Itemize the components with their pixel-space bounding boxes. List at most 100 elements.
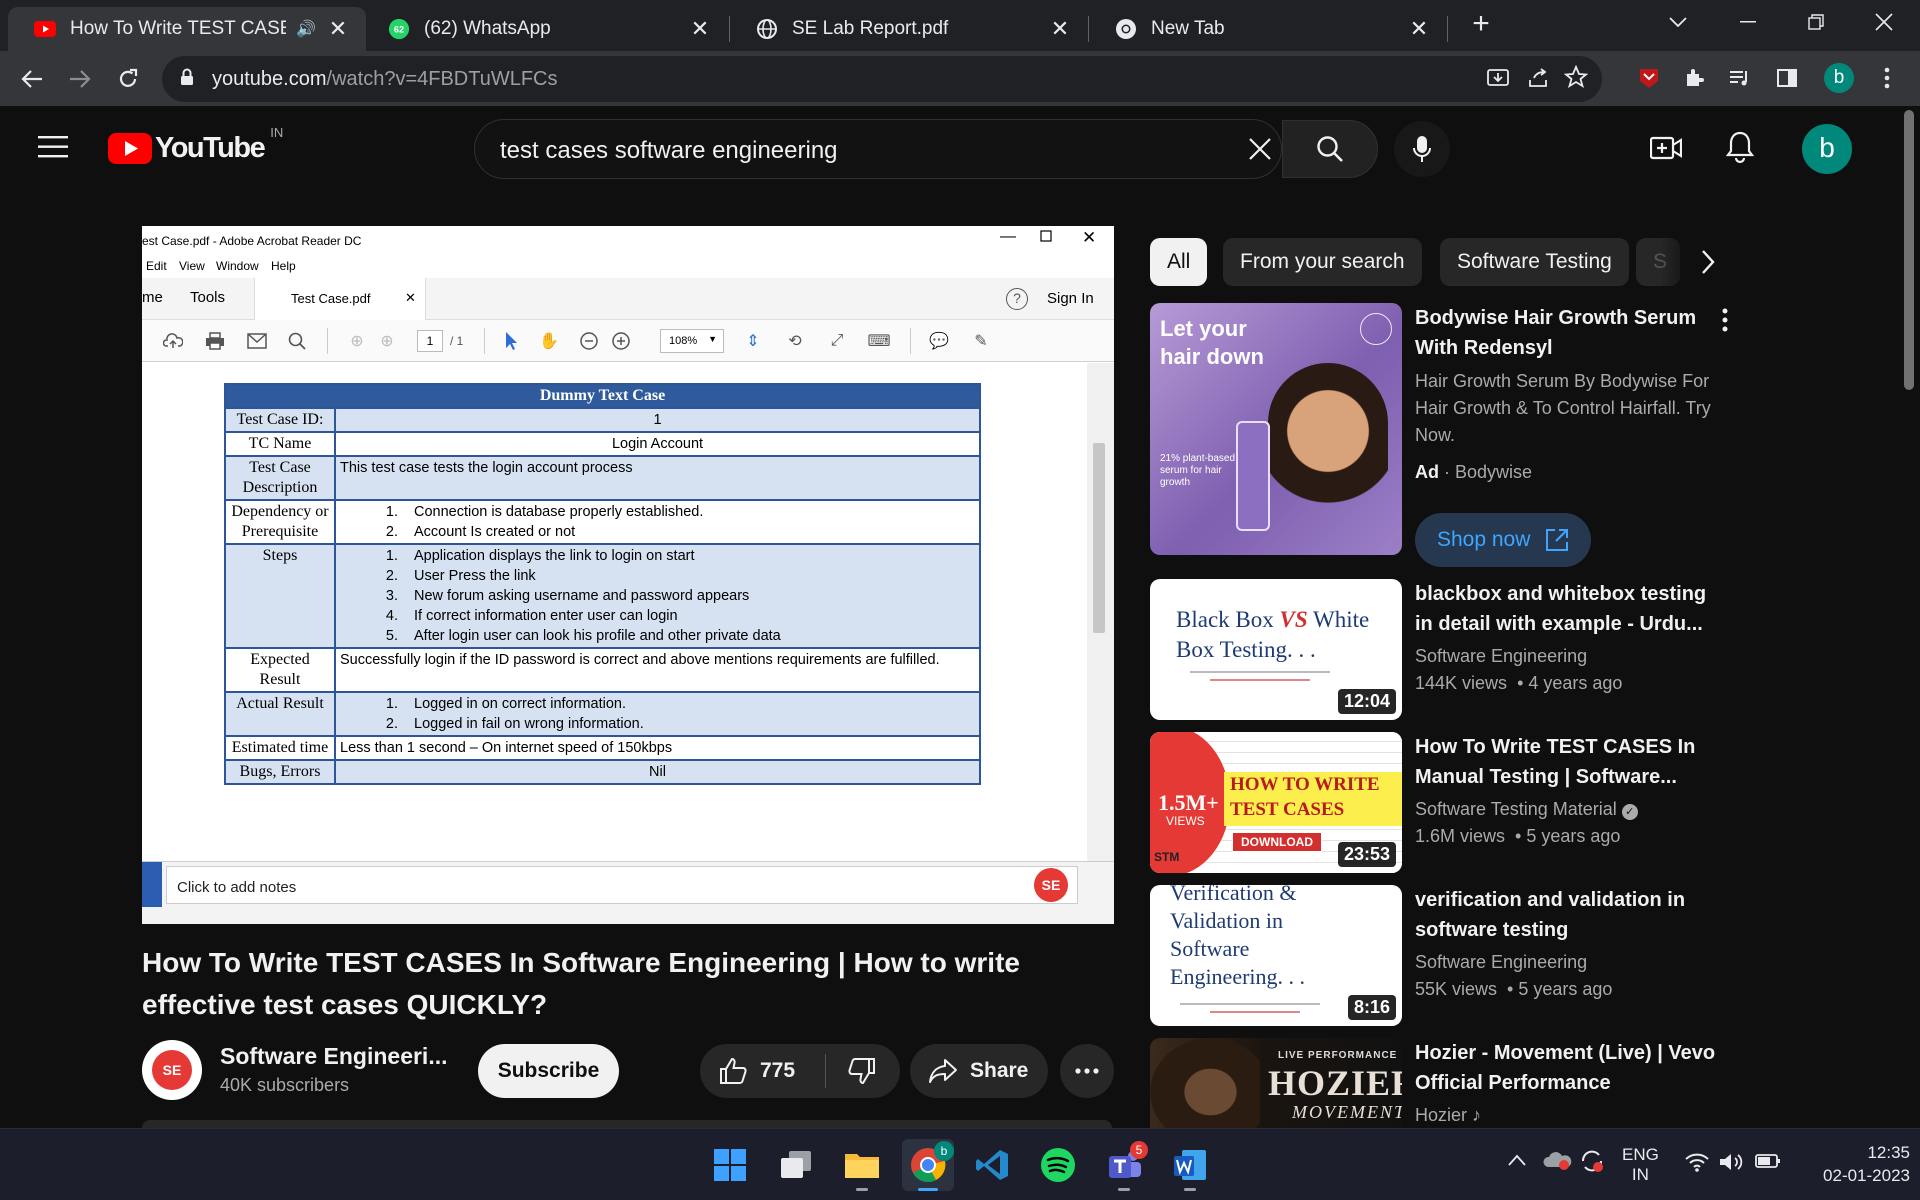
search-button[interactable] (1282, 120, 1378, 178)
tab-se-lab-report[interactable]: SE Lab Report.pdf ✕ (730, 7, 1088, 51)
account-avatar[interactable]: b (1802, 124, 1852, 174)
bookmark-star-icon[interactable] (1563, 64, 1589, 94)
channel-avatar[interactable]: SE (142, 1040, 202, 1100)
music-note-icon: ♪ (1472, 1105, 1482, 1125)
rec-channel[interactable]: Software Engineering (1415, 949, 1587, 976)
video-player[interactable]: est Case.pdf - Adobe Acrobat Reader DC —… (142, 226, 1114, 924)
rec-title[interactable]: blackbox and whitebox testing in detail … (1415, 579, 1725, 639)
spotify-icon[interactable] (1032, 1139, 1084, 1191)
like-button[interactable]: 775 (700, 1044, 825, 1098)
ad-title[interactable]: Bodywise Hair Growth Serum With Redensyl (1415, 303, 1725, 363)
notifications-button[interactable] (1725, 130, 1755, 169)
lock-icon[interactable] (180, 68, 194, 91)
sync-icon[interactable] (1578, 1147, 1606, 1180)
task-view-icon[interactable] (770, 1139, 822, 1191)
share-arrow-icon (929, 1059, 957, 1083)
rec-title[interactable]: verification and validation in software … (1415, 885, 1725, 945)
dislike-button[interactable] (826, 1044, 898, 1098)
tab-search-icon[interactable] (1646, 0, 1710, 44)
mcafee-extension-icon[interactable] (1634, 63, 1664, 93)
thumb-text: Verification & Validation in Software En… (1170, 885, 1306, 989)
rec-title[interactable]: Hozier - Movement (Live) | Vevo Official… (1415, 1038, 1725, 1098)
chrome-taskbar-icon[interactable]: b (902, 1139, 954, 1191)
more-actions-button[interactable] (1060, 1044, 1114, 1098)
create-video-button[interactable] (1649, 134, 1683, 167)
chips-next-button[interactable] (1700, 248, 1716, 281)
side-panel-icon[interactable] (1772, 63, 1802, 93)
chip-software-testing[interactable]: Software Testing (1440, 238, 1629, 286)
clear-search-icon[interactable] (1247, 136, 1273, 167)
omnibox[interactable]: youtube.com/watch?v=4FBDTuWLFCs (162, 56, 1602, 102)
reload-button[interactable] (110, 61, 146, 97)
teams-icon[interactable]: 5 (1098, 1139, 1150, 1191)
share-button[interactable]: Share (910, 1044, 1048, 1098)
youtube-logo[interactable]: YouTube IN (108, 125, 283, 165)
close-window-button[interactable] (1852, 0, 1916, 44)
chip-all[interactable]: All (1150, 238, 1208, 286)
chip-from-your-search[interactable]: From your search (1223, 238, 1422, 286)
acrobat-tab-doc-label: Test Case.pdf (291, 291, 371, 306)
search-box[interactable]: test cases software engineering (474, 119, 1282, 179)
svg-text:62: 62 (394, 25, 404, 35)
page-scrollbar[interactable] (1904, 110, 1914, 390)
thumb-portrait (1150, 1038, 1260, 1128)
language-region: IN (1631, 1165, 1649, 1184)
media-control-icon[interactable] (1724, 63, 1754, 93)
shop-now-label: Shop now (1437, 528, 1531, 551)
close-tab-icon[interactable]: ✕ (326, 16, 350, 42)
rec-channel[interactable]: Hozier ♪ (1415, 1102, 1481, 1129)
tab-youtube[interactable]: How To Write TEST CASES In 🔊 ✕ (8, 7, 366, 51)
restore-button[interactable] (1784, 0, 1848, 44)
system-clock[interactable]: 12:35 02-01-2023 (1802, 1141, 1910, 1187)
subscribe-button[interactable]: Subscribe (478, 1044, 619, 1098)
whatsapp-icon: 62 (388, 18, 410, 40)
channel-name[interactable]: Software Engineeri... (220, 1043, 448, 1070)
ad-menu-icon[interactable] (1722, 308, 1728, 337)
rec-thumbnail-blackbox[interactable]: Black Box VS White Box Testing. . . 12:04 (1150, 579, 1402, 720)
row-label: Dependency or Prerequisite (224, 499, 336, 545)
rec-thumbnail-verification[interactable]: Verification & Validation in Software En… (1150, 885, 1402, 1026)
install-app-icon[interactable] (1486, 66, 1510, 95)
close-tab-icon[interactable]: ✕ (688, 16, 712, 42)
vscode-icon[interactable] (966, 1139, 1018, 1191)
hamburger-menu-icon[interactable] (38, 136, 68, 163)
thumb-big: HOZIER (1268, 1063, 1402, 1103)
close-tab-icon[interactable]: ✕ (1407, 16, 1431, 42)
word-icon[interactable] (1164, 1139, 1216, 1191)
acrobat-page-total: / 1 (450, 334, 464, 348)
acrobat-menu-bar: Edit View Window Help (142, 256, 1114, 278)
search-input[interactable]: test cases software engineering (500, 137, 838, 165)
file-explorer-icon[interactable] (836, 1139, 888, 1191)
show-hidden-icons-chevron[interactable] (1508, 1153, 1526, 1171)
acrobat-zoom-in-icon (610, 330, 632, 352)
rec-channel[interactable]: Software Testing Material ✓ (1415, 796, 1638, 823)
onedrive-icon[interactable] (1542, 1149, 1572, 1176)
ad-thumbnail[interactable]: Let your hair down 21% plant-based serum… (1150, 303, 1402, 555)
speaker-icon[interactable]: 🔊 (296, 19, 316, 39)
wifi-icon[interactable] (1684, 1151, 1710, 1178)
back-button[interactable] (14, 61, 50, 97)
shop-now-button[interactable]: Shop now (1415, 513, 1591, 567)
volume-icon[interactable] (1718, 1151, 1744, 1178)
extensions-puzzle-icon[interactable] (1680, 63, 1710, 93)
chrome-profile-avatar[interactable]: b (1824, 63, 1854, 93)
battery-icon[interactable] (1754, 1151, 1782, 1176)
rec-channel[interactable]: Software Engineering (1415, 643, 1587, 670)
like-count: 775 (760, 1059, 796, 1082)
create-video-icon (1649, 136, 1683, 160)
rec-thumbnail-stm[interactable]: 1.5M+ VIEWS HOW TO WRITE TEST CASES DOWNL… (1150, 732, 1402, 873)
minimize-button[interactable] (1716, 0, 1780, 44)
tab-whatsapp[interactable]: 62 (62) WhatsApp ✕ (366, 7, 728, 51)
rec-title[interactable]: How To Write TEST CASES In Manual Testin… (1415, 732, 1725, 792)
table-row: TC Name Login Account (224, 431, 981, 457)
forward-button[interactable] (62, 61, 98, 97)
rec-thumbnail-hozier[interactable]: LIVE PERFORMANCE HOZIER MOVEMENT (1150, 1038, 1402, 1128)
start-windows-icon[interactable] (704, 1139, 756, 1191)
voice-search-button[interactable] (1394, 121, 1450, 177)
share-page-icon[interactable] (1526, 66, 1550, 95)
tab-new-tab[interactable]: New Tab ✕ (1089, 7, 1447, 51)
language-indicator[interactable]: ENG IN (1622, 1145, 1659, 1185)
close-tab-icon[interactable]: ✕ (1048, 16, 1072, 42)
chrome-menu-icon[interactable] (1872, 63, 1902, 93)
new-tab-button[interactable]: + (1466, 9, 1496, 40)
